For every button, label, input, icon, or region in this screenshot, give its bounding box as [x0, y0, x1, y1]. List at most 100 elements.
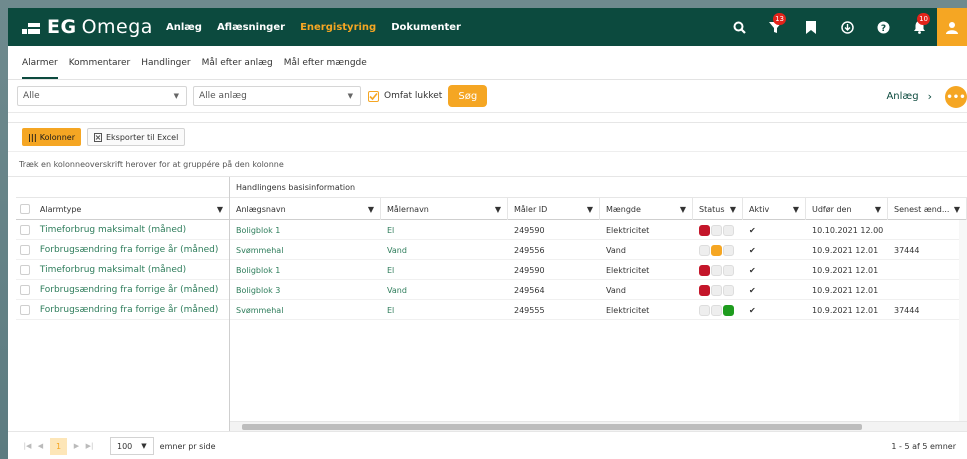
row-checkbox[interactable] [19, 224, 30, 235]
row-checkbox[interactable] [19, 244, 30, 255]
alarm-scope-select[interactable]: Alle ▼ [17, 86, 187, 106]
filter-icon[interactable]: ▼ [730, 205, 736, 214]
row-checkbox[interactable] [19, 264, 30, 275]
filter-icon[interactable]: ▼ [587, 205, 593, 214]
prev-page-icon[interactable]: ◀ [34, 442, 47, 450]
cell-anlaegsnavn[interactable]: Boligblok 1 [230, 260, 381, 280]
header-maaler-id[interactable]: Måler ID ▼ [508, 198, 600, 220]
alarm-grid: ||| Kolonner Eksporter til Excel Træk en… [8, 122, 967, 459]
bookmark-icon[interactable] [793, 8, 829, 46]
cell-maengde: Elektricitet [606, 305, 650, 315]
header-maalernavn-label: Målernavn [387, 204, 429, 214]
last-page-icon[interactable]: ▶| [83, 442, 96, 450]
status-dot-green [723, 224, 734, 236]
first-page-icon[interactable]: |◀ [21, 442, 34, 450]
next-page-icon[interactable]: ▶ [70, 442, 83, 450]
cell-anlaegsnavn[interactable]: Boligblok 3 [230, 280, 381, 300]
row-checkbox[interactable] [19, 284, 30, 295]
header-aktiv[interactable]: Aktiv ▼ [743, 198, 806, 220]
header-senest-aendret[interactable]: Senest ænd... ▼ [888, 198, 967, 220]
header-alarmtype[interactable]: Alarmtype ▼ [34, 198, 229, 220]
tab-maal-efter-maengde[interactable]: Mål efter mængde [284, 58, 367, 79]
filter-icon[interactable]: ▼ [368, 205, 374, 214]
nav-item-anlaeg[interactable]: Anlæg [166, 16, 202, 39]
cell-maalernavn[interactable]: Vand [381, 240, 508, 260]
header-alarmtype-label: Alarmtype [39, 204, 82, 214]
header-anlaegsnavn[interactable]: Anlægsnavn ▼ [230, 198, 381, 220]
cell-maengde: Elektricitet [606, 225, 650, 235]
header-maalernavn[interactable]: Målernavn ▼ [381, 198, 508, 220]
tab-kommentarer[interactable]: Kommentarer [69, 58, 131, 79]
filter-icon[interactable]: ▼ [793, 205, 799, 214]
filter-icon[interactable]: ▼ [875, 205, 881, 214]
tab-handlinger[interactable]: Handlinger [141, 58, 190, 79]
search-button[interactable]: Søg [448, 85, 488, 107]
cell-maalernavn[interactable]: El [381, 300, 508, 320]
header-udfoer-den[interactable]: Udfør den ▼ [806, 198, 888, 220]
alarmtype-link[interactable]: Forbrugsændring fra forrige år (måned) [34, 280, 229, 300]
cell-anlaegsnavn[interactable]: Svømmehal [230, 300, 381, 320]
vertical-scrollbar[interactable] [959, 220, 967, 421]
table-row[interactable]: Boligblok 3 Vand 249564 Vand ✔ 10.9.2021 12.0… [230, 280, 967, 300]
table-row[interactable]: Boligblok 1 El 249590 Elektricitet ✔ 10.9.202… [230, 260, 967, 280]
bell-icon[interactable]: 10 [901, 8, 937, 46]
export-excel-label: Eksporter til Excel [105, 132, 179, 142]
group-drop-area[interactable]: Træk en kolonneoverskrift herover for at… [8, 152, 967, 177]
more-options-icon[interactable]: ••• [945, 86, 967, 108]
search-icon[interactable] [721, 8, 757, 46]
tab-alarmer[interactable]: Alarmer [22, 58, 58, 79]
current-page[interactable]: 1 [50, 437, 67, 455]
table-row[interactable]: Boligblok 1 El 249590 Elektricitet ✔ 10.10.20… [230, 220, 967, 240]
locked-group-spacer [16, 177, 229, 198]
nav-item-dokumenter[interactable]: Dokumenter [391, 16, 461, 39]
filter-icon[interactable]: ▼ [954, 205, 960, 214]
anlaeg-link[interactable]: Anlæg › [886, 80, 932, 113]
header-udfoer-den-label: Udfør den [812, 204, 852, 214]
nav-item-aflaesninger[interactable]: Aflæsninger [217, 16, 285, 39]
filter-icon[interactable]: 13 [757, 8, 793, 46]
horizontal-scrollbar-thumb[interactable] [242, 424, 862, 430]
cell-senest-aendret [888, 280, 967, 300]
filter-icon[interactable]: ▼ [495, 205, 501, 214]
table-row[interactable]: Svømmehal El 249555 Elektricitet ✔ 10.9.2021 … [230, 300, 967, 320]
columns-button[interactable]: ||| Kolonner [22, 128, 81, 146]
select-all-checkbox[interactable] [19, 203, 30, 214]
cell-udfoer-den: 10.9.2021 12.01 [812, 245, 879, 255]
table-row[interactable]: Forbrugsændring fra forrige år (måned) [16, 280, 229, 300]
table-row[interactable]: Forbrugsændring fra forrige år (måned) [16, 240, 229, 260]
alarmtype-link[interactable]: Forbrugsændring fra forrige år (måned) [34, 300, 229, 320]
alarmtype-link[interactable]: Timeforbrug maksimalt (måned) [34, 220, 229, 240]
cell-anlaegsnavn[interactable]: Svømmehal [230, 240, 381, 260]
cell-maalernavn[interactable]: El [381, 220, 508, 240]
checkmark-icon: ✔ [749, 305, 756, 315]
horizontal-scrollbar[interactable] [230, 421, 967, 431]
anlaeg-select[interactable]: Alle anlæg ▼ [193, 86, 361, 106]
header-status[interactable]: Status ▼ [693, 198, 743, 220]
table-row[interactable]: Timeforbrug maksimalt (måned) [16, 260, 229, 280]
nav-item-energistyring[interactable]: Energistyring [300, 16, 376, 39]
filter-icon[interactable]: ▼ [217, 205, 223, 214]
row-checkbox[interactable] [19, 304, 30, 315]
filter-icon[interactable]: ▼ [680, 205, 686, 214]
header-maengde[interactable]: Mængde ▼ [600, 198, 693, 220]
help-icon[interactable]: ? [865, 8, 901, 46]
columns-icon: ||| [28, 132, 37, 142]
cell-maalernavn[interactable]: Vand [381, 280, 508, 300]
table-row[interactable]: Svømmehal Vand 249556 Vand ✔ 10.9.2021 12.01 3… [230, 240, 967, 260]
tab-maal-efter-anlaeg[interactable]: Mål efter anlæg [202, 58, 273, 79]
cell-maalernavn[interactable]: El [381, 260, 508, 280]
table-row[interactable]: Timeforbrug maksimalt (måned) [16, 220, 229, 240]
header-senest-aendret-label: Senest ænd... [894, 204, 950, 214]
table-row[interactable]: Forbrugsændring fra forrige år (måned) [16, 300, 229, 320]
omfat-lukket-checkbox[interactable] [368, 90, 379, 102]
cell-anlaegsnavn[interactable]: Boligblok 1 [230, 220, 381, 240]
page-size-select[interactable]: 100 ▼ [110, 437, 154, 455]
omfat-lukket-toggle[interactable]: Omfat lukket [368, 90, 442, 102]
download-icon[interactable] [829, 8, 865, 46]
status-dot-red [699, 224, 710, 236]
alarmtype-link[interactable]: Timeforbrug maksimalt (måned) [34, 260, 229, 280]
alarmtype-link[interactable]: Forbrugsændring fra forrige år (måned) [34, 240, 229, 260]
logo[interactable]: EG Omega [22, 16, 156, 38]
user-icon[interactable] [937, 8, 967, 46]
export-excel-button[interactable]: Eksporter til Excel [86, 128, 186, 146]
